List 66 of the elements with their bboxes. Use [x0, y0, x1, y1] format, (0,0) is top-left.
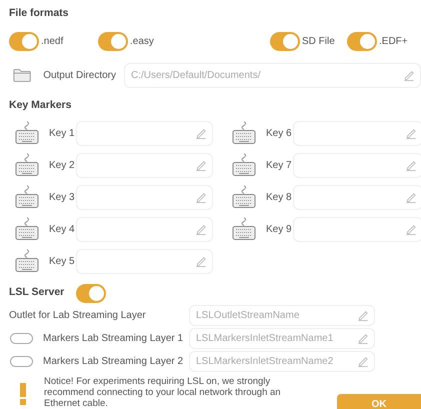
warning-icon: [20, 382, 26, 405]
toggle-switch[interactable]: [10, 332, 33, 344]
field-label: Markers Lab Streaming Layer 2: [43, 354, 184, 368]
toggle-switch[interactable]: [98, 32, 128, 52]
section-title: LSL Server: [9, 285, 64, 300]
keyboard-icon: [232, 185, 256, 209]
toggle-switch[interactable]: [347, 32, 377, 52]
key-label: Key 6: [266, 126, 293, 140]
key-label: Key 3: [49, 190, 76, 204]
toggle-switch[interactable]: [76, 284, 106, 302]
field-label: Output Directory: [43, 68, 116, 83]
keyboard-icon: [232, 121, 256, 145]
toggle-switch[interactable]: [9, 32, 39, 52]
key-field[interactable]: [76, 152, 213, 178]
key-field[interactable]: [76, 120, 213, 146]
key-label: Key 9: [266, 222, 293, 236]
toggle-switch[interactable]: [270, 32, 300, 52]
stream-field[interactable]: LSLOutletStreamName: [189, 304, 375, 326]
keyboard-icon: [15, 153, 39, 177]
key-label: Key 2: [49, 158, 76, 172]
section-title: File formats: [9, 6, 70, 21]
key-label: Key 8: [266, 190, 293, 204]
pencil-icon[interactable]: [405, 223, 417, 235]
pencil-icon[interactable]: [357, 309, 369, 321]
pencil-icon[interactable]: [195, 159, 207, 171]
key-field[interactable]: [76, 184, 213, 210]
pencil-icon[interactable]: [405, 127, 417, 139]
keyboard-icon: [232, 153, 256, 177]
key-label: Key 4: [49, 222, 76, 236]
section-title: Key Markers: [9, 98, 72, 113]
key-field[interactable]: [76, 248, 213, 274]
pencil-icon[interactable]: [403, 69, 415, 82]
stream-field[interactable]: LSLMarkersInletStreamName2: [189, 350, 375, 372]
key-field[interactable]: [293, 152, 421, 178]
key-label: Key 5: [49, 254, 76, 268]
pencil-icon[interactable]: [195, 255, 207, 267]
pencil-icon[interactable]: [195, 223, 207, 235]
keyboard-icon: [15, 185, 39, 209]
notice-text: Notice! For experiments requiring LSL on, we strongly recommend connecting to your local network through an Ethernet cable.: [44, 376, 282, 409]
toggle-label: .EDF+: [379, 35, 408, 50]
pencil-icon[interactable]: [357, 355, 369, 367]
pencil-icon[interactable]: [357, 332, 369, 344]
folder-icon[interactable]: [13, 68, 32, 83]
toggle-label: SD File: [302, 35, 335, 50]
ok-button[interactable]: OK: [337, 394, 421, 409]
keyboard-icon: [15, 249, 39, 273]
keyboard-icon: [15, 217, 39, 241]
pencil-icon[interactable]: [195, 127, 207, 139]
key-label: Key 7: [266, 158, 293, 172]
stream-field[interactable]: LSLMarkersInletStreamName1: [189, 328, 375, 348]
key-field[interactable]: [293, 120, 421, 146]
key-label: Key 1: [49, 126, 76, 140]
toggle-switch[interactable]: [10, 356, 33, 366]
key-field[interactable]: [293, 184, 421, 210]
keyboard-icon: [232, 217, 256, 241]
key-field[interactable]: [293, 216, 421, 242]
pencil-icon[interactable]: [405, 159, 417, 171]
key-field[interactable]: [76, 216, 213, 242]
keyboard-icon: [15, 121, 39, 145]
toggle-label: .nedf: [41, 35, 64, 50]
field-label: Markers Lab Streaming Layer 1: [43, 332, 184, 346]
pencil-icon[interactable]: [405, 191, 417, 203]
directory-field[interactable]: C:/Users/Default/Documents/: [124, 62, 421, 88]
pencil-icon[interactable]: [195, 191, 207, 203]
toggle-label: .easy: [130, 35, 154, 50]
field-label: Outlet for Lab Streaming Layer: [9, 308, 146, 322]
